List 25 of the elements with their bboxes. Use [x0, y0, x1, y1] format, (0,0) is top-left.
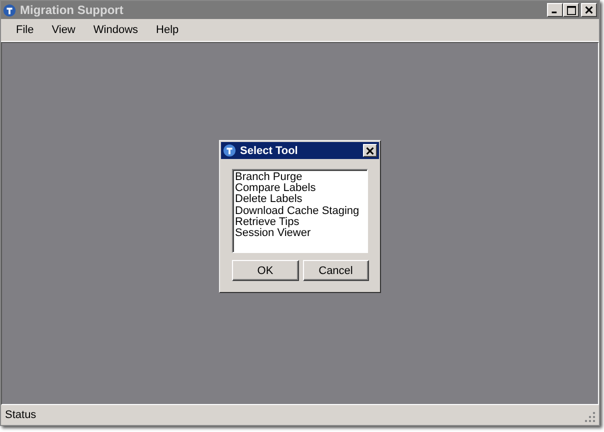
- list-item[interactable]: Compare Labels: [235, 183, 365, 194]
- close-button[interactable]: [363, 144, 377, 157]
- cancel-button[interactable]: Cancel: [302, 260, 369, 281]
- window-title: Migration Support: [20, 3, 124, 17]
- maximize-icon: [566, 6, 576, 14]
- menu-item[interactable]: File: [7, 24, 43, 36]
- resize-grip-icon: [585, 412, 595, 422]
- list-item[interactable]: Delete Labels: [235, 194, 365, 206]
- app-icon: [223, 144, 236, 157]
- menu-item[interactable]: Windows: [84, 24, 148, 36]
- menu-item[interactable]: Help: [147, 24, 188, 36]
- close-icon: [366, 146, 374, 154]
- menu-item[interactable]: View: [42, 24, 84, 36]
- maximize-button[interactable]: [563, 3, 579, 17]
- minimize-button[interactable]: [547, 3, 563, 17]
- close-icon: [585, 6, 593, 14]
- list-item[interactable]: Session Viewer: [235, 228, 365, 240]
- list-item[interactable]: Branch Purge: [235, 172, 365, 184]
- close-button[interactable]: [581, 3, 597, 17]
- list-item[interactable]: Download Cache Staging: [235, 206, 365, 217]
- status-text: Status: [5, 409, 36, 421]
- list-item[interactable]: Retrieve Tips: [235, 216, 365, 228]
- app-icon: [3, 4, 16, 16]
- dialog-title: Select Tool: [240, 144, 299, 156]
- ok-button[interactable]: OK: [232, 260, 298, 281]
